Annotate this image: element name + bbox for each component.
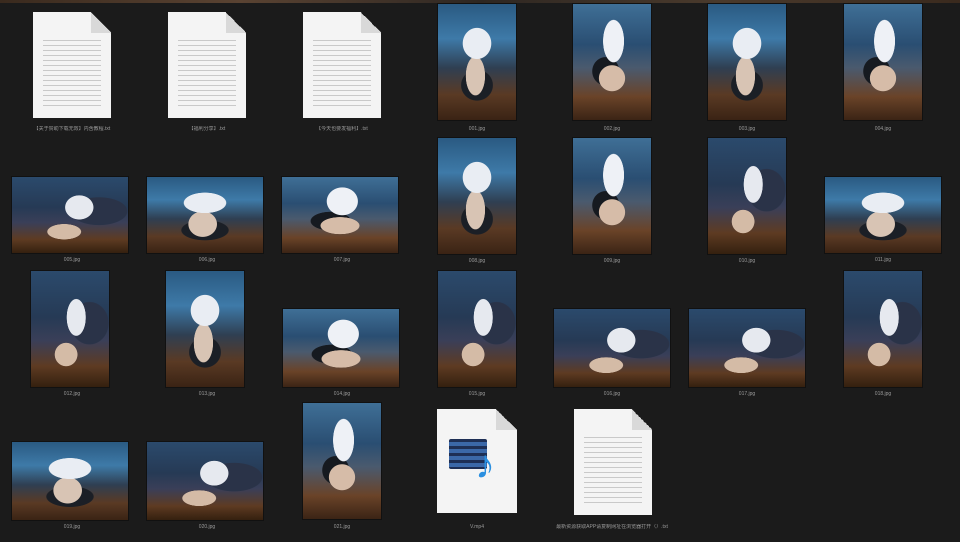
file-item-image[interactable]: 006.jpg [137, 177, 277, 267]
file-name: 001.jpg [468, 126, 486, 132]
file-name: 【关于赞助下载无效】内含教程.txt [33, 126, 111, 132]
file-grid: 【关于赞助下载无效】内含教程.txt 【福利分享】.txt 【今天也要发福利】.… [0, 0, 960, 542]
file-item-image[interactable]: 014.jpg [272, 309, 412, 401]
file-item-doc[interactable]: 最新资源获取APP请复制网址在浏览器打开（）.txt [542, 409, 682, 535]
image-thumbnail [166, 271, 244, 387]
image-thumbnail [12, 442, 128, 520]
file-name: 020.jpg [198, 524, 216, 530]
image-thumbnail [844, 271, 922, 387]
file-item-image[interactable]: 016.jpg [542, 309, 682, 401]
file-name: 005.jpg [63, 257, 81, 263]
image-thumbnail [438, 4, 516, 120]
image-thumbnail [689, 309, 805, 387]
image-thumbnail [283, 309, 399, 387]
file-name: 最新资源获取APP请复制网址在浏览器打开（）.txt [556, 524, 668, 530]
file-name: 013.jpg [198, 391, 216, 397]
file-name: 018.jpg [874, 391, 892, 397]
image-thumbnail [573, 138, 651, 254]
file-item-image[interactable]: 003.jpg [677, 4, 817, 135]
file-item-image[interactable]: 005.jpg [2, 177, 142, 267]
image-thumbnail [147, 442, 263, 520]
file-item-video[interactable]: ♪ V.mp4 [407, 409, 547, 535]
image-thumbnail [844, 4, 922, 120]
file-item-image[interactable]: 021.jpg [272, 403, 412, 535]
image-thumbnail [282, 177, 398, 253]
file-item-image[interactable]: 008.jpg [407, 138, 547, 268]
image-thumbnail [825, 177, 941, 253]
music-note-icon: ♪ [475, 443, 495, 487]
file-item-doc[interactable]: 【今天也要发福利】.txt [272, 10, 412, 135]
image-thumbnail [573, 4, 651, 120]
file-name: 017.jpg [738, 391, 756, 397]
file-name: 019.jpg [63, 524, 81, 530]
file-item-image[interactable]: 013.jpg [137, 271, 277, 401]
file-item-image[interactable]: 020.jpg [137, 442, 277, 534]
file-item-image[interactable]: 018.jpg [813, 271, 953, 401]
image-thumbnail [708, 138, 786, 254]
file-name: 003.jpg [738, 126, 756, 132]
file-name: 016.jpg [603, 391, 621, 397]
file-item-image[interactable]: 001.jpg [407, 4, 547, 135]
file-name: 015.jpg [468, 391, 486, 397]
file-name: 021.jpg [333, 524, 351, 530]
file-name: 007.jpg [333, 257, 351, 263]
file-item-image[interactable]: 004.jpg [813, 4, 953, 135]
video-file-icon: ♪ [437, 409, 517, 513]
image-thumbnail [12, 177, 128, 253]
text-file-icon [168, 12, 246, 118]
file-item-image[interactable]: 012.jpg [2, 271, 142, 401]
file-name: 010.jpg [738, 258, 756, 264]
text-file-icon [303, 12, 381, 118]
file-item-image[interactable]: 019.jpg [2, 442, 142, 534]
file-name: 011.jpg [874, 257, 892, 263]
file-name: V.mp4 [470, 524, 484, 530]
file-item-image[interactable]: 011.jpg [813, 177, 953, 267]
image-thumbnail [708, 4, 786, 120]
image-thumbnail [303, 403, 381, 519]
file-name: 【福利分享】.txt [188, 126, 226, 132]
file-name: 009.jpg [603, 258, 621, 264]
file-item-image[interactable]: 017.jpg [677, 309, 817, 401]
text-file-icon [33, 12, 111, 118]
file-item-doc[interactable]: 【福利分享】.txt [137, 10, 277, 135]
file-item-image[interactable]: 009.jpg [542, 138, 682, 268]
image-thumbnail [438, 271, 516, 387]
image-thumbnail [147, 177, 263, 253]
image-thumbnail [31, 271, 109, 387]
file-item-image[interactable]: 015.jpg [407, 271, 547, 401]
file-item-image[interactable]: 010.jpg [677, 138, 817, 268]
file-item-doc[interactable]: 【关于赞助下载无效】内含教程.txt [2, 10, 142, 135]
text-file-icon [574, 409, 652, 515]
file-name: 【今天也要发福利】.txt [316, 126, 368, 132]
file-name: 002.jpg [603, 126, 621, 132]
file-item-image[interactable]: 002.jpg [542, 4, 682, 135]
file-name: 006.jpg [198, 257, 216, 263]
file-name: 012.jpg [63, 391, 81, 397]
image-thumbnail [438, 138, 516, 254]
file-name: 004.jpg [874, 126, 892, 132]
file-name: 008.jpg [468, 258, 486, 264]
file-item-image[interactable]: 007.jpg [272, 177, 412, 267]
file-name: 014.jpg [333, 391, 351, 397]
image-thumbnail [554, 309, 670, 387]
